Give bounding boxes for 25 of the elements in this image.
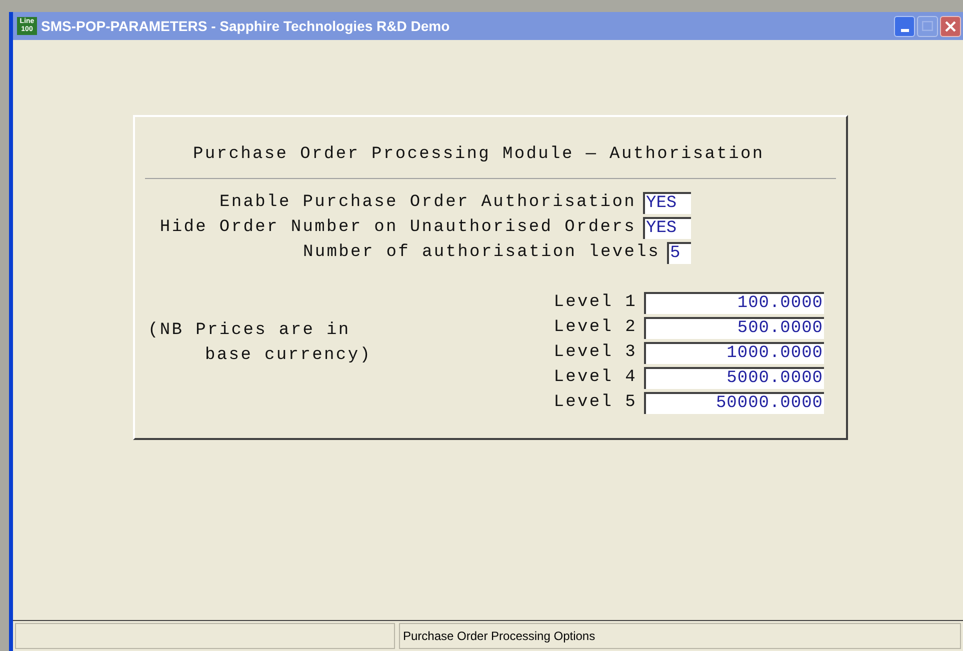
minimize-button[interactable] xyxy=(894,16,915,36)
field-label: Level 5 xyxy=(554,392,637,414)
input-field[interactable]: 5 xyxy=(667,242,691,264)
input-field[interactable]: YES xyxy=(643,217,691,239)
input-field[interactable]: 500.0000 xyxy=(644,317,824,339)
close-icon xyxy=(945,20,956,32)
window-title: SMS-POP-PARAMETERS - Sapphire Technologies R&D Demo xyxy=(41,16,450,36)
field-label: Level 1 xyxy=(554,292,637,314)
input-field[interactable]: 5000.0000 xyxy=(644,367,824,389)
status-text: Purchase Order Processing Options xyxy=(399,623,961,649)
input-field[interactable]: YES xyxy=(643,192,691,214)
field-label: Enable Purchase Order Authorisation xyxy=(219,192,636,214)
maximize-icon xyxy=(922,21,933,31)
field-label: Level 4 xyxy=(554,367,637,390)
panel-heading: Purchase Order Processing Module — Authorisation xyxy=(193,144,764,166)
field-label: Level 3 xyxy=(554,342,637,364)
field-label: Level 2 xyxy=(554,317,637,340)
currency-note: (NB Prices are in base currency) xyxy=(148,320,373,367)
input-field[interactable]: 1000.0000 xyxy=(644,342,824,364)
input-field[interactable]: 50000.0000 xyxy=(644,392,824,414)
field-label: Hide Order Number on Unauthorised Orders xyxy=(160,217,636,240)
minimize-icon xyxy=(900,28,908,32)
field-label: Number of authorisation levels xyxy=(302,242,660,264)
input-field[interactable]: 100.0000 xyxy=(644,292,824,314)
close-button[interactable] xyxy=(940,16,961,36)
